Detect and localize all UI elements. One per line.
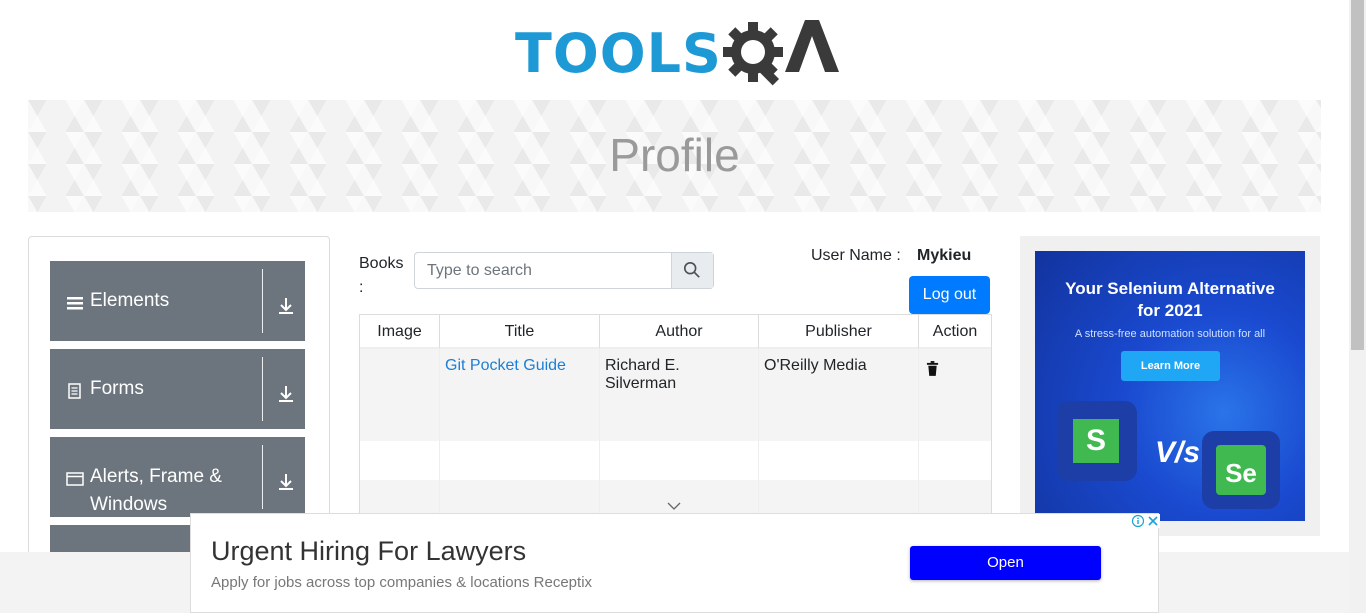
s-logo: S (1073, 419, 1119, 463)
table-cell-publisher: O'Reilly Media (759, 349, 919, 441)
ad-description: Apply for jobs across top companies & lo… (211, 574, 593, 591)
divider (262, 445, 263, 509)
ad-headline-line2: for 2021 (1137, 301, 1203, 320)
page-title: Profile (609, 129, 740, 181)
table-cell (360, 441, 440, 480)
table-cell (440, 441, 600, 480)
logo-text: TOOLS (515, 22, 722, 85)
chevron-down-icon[interactable] (667, 502, 681, 510)
trash-icon[interactable] (926, 361, 939, 376)
search-icon (683, 261, 700, 278)
ad-open-button[interactable]: Open (910, 546, 1101, 580)
se-logo-tile: Se (1202, 431, 1280, 509)
table-cell-author: Richard E. Silverman (600, 349, 759, 441)
table-cell-image (360, 349, 440, 441)
page-banner: Profile (28, 100, 1321, 212)
ad-headline[interactable]: Urgent Hiring For Lawyers (211, 536, 526, 567)
scrollbar-thumb[interactable] (1351, 0, 1364, 350)
table-cell-action (919, 349, 991, 441)
username-value: Mykieu (917, 247, 972, 264)
ad-headline-line1: Your Selenium Alternative (1065, 279, 1275, 298)
search-input[interactable] (415, 253, 673, 288)
logout-button[interactable]: Log out (909, 276, 990, 314)
divider (262, 357, 263, 421)
gear-q-icon (723, 20, 839, 86)
ad-close-icon[interactable] (1146, 514, 1160, 528)
s-logo-tile: S (1057, 401, 1137, 481)
table-row (360, 441, 991, 481)
search-box (414, 252, 714, 289)
sidebar-group-label-line2: Windows (90, 494, 168, 515)
side-advertisement[interactable]: Your Selenium Alternative for 2021 A str… (1020, 236, 1320, 536)
sidebar-group-label: Alerts, Frame & (90, 466, 222, 487)
search-button[interactable] (671, 253, 713, 288)
table-cell (759, 441, 919, 480)
document-icon (68, 383, 81, 399)
table-row: Git Pocket Guide Richard E. Silverman O'… (360, 349, 991, 442)
download-arrow-icon[interactable] (276, 471, 296, 491)
sidebar-group-forms[interactable]: Forms (50, 349, 305, 429)
divider (262, 269, 263, 333)
column-header-image[interactable]: Image (360, 315, 440, 349)
versus-text: V/s (1155, 436, 1201, 469)
sidebar-group-alerts[interactable]: Alerts, Frame & Windows (50, 437, 305, 517)
column-header-author[interactable]: Author (600, 315, 759, 349)
learn-more-button[interactable]: Learn More (1121, 351, 1220, 381)
table-cell-title: Git Pocket Guide (440, 349, 600, 441)
column-header-action[interactable]: Action (919, 315, 991, 349)
se-logo: Se (1216, 445, 1266, 495)
sidebar-group-elements[interactable]: Elements (50, 261, 305, 341)
sidebar-group-label: Forms (90, 378, 144, 399)
toolsqa-logo[interactable]: TOOLS (515, 14, 840, 94)
column-header-title[interactable]: Title (440, 315, 600, 349)
ad-creative: Your Selenium Alternative for 2021 A str… (1035, 251, 1305, 521)
table-cell (600, 441, 759, 480)
ad-subtitle: A stress-free automation solution for al… (1074, 328, 1266, 340)
hamburger-icon (67, 297, 83, 310)
books-label-colon: : (359, 279, 364, 296)
bottom-advertisement[interactable]: Urgent Hiring For Lawyers Apply for jobs… (190, 513, 1160, 613)
books-label-text: Books (359, 255, 404, 272)
column-header-publisher[interactable]: Publisher (759, 315, 919, 349)
download-arrow-icon[interactable] (276, 295, 296, 315)
books-label: Books : (359, 252, 403, 300)
ad-info-icon[interactable] (1131, 514, 1145, 528)
window-icon (66, 472, 84, 486)
book-title-link[interactable]: Git Pocket Guide (445, 357, 566, 374)
page-scrollbar[interactable] (1349, 0, 1366, 613)
username-label: User Name : (811, 247, 901, 264)
sidebar-group-label: Elements (90, 290, 170, 311)
download-arrow-icon[interactable] (276, 383, 296, 403)
